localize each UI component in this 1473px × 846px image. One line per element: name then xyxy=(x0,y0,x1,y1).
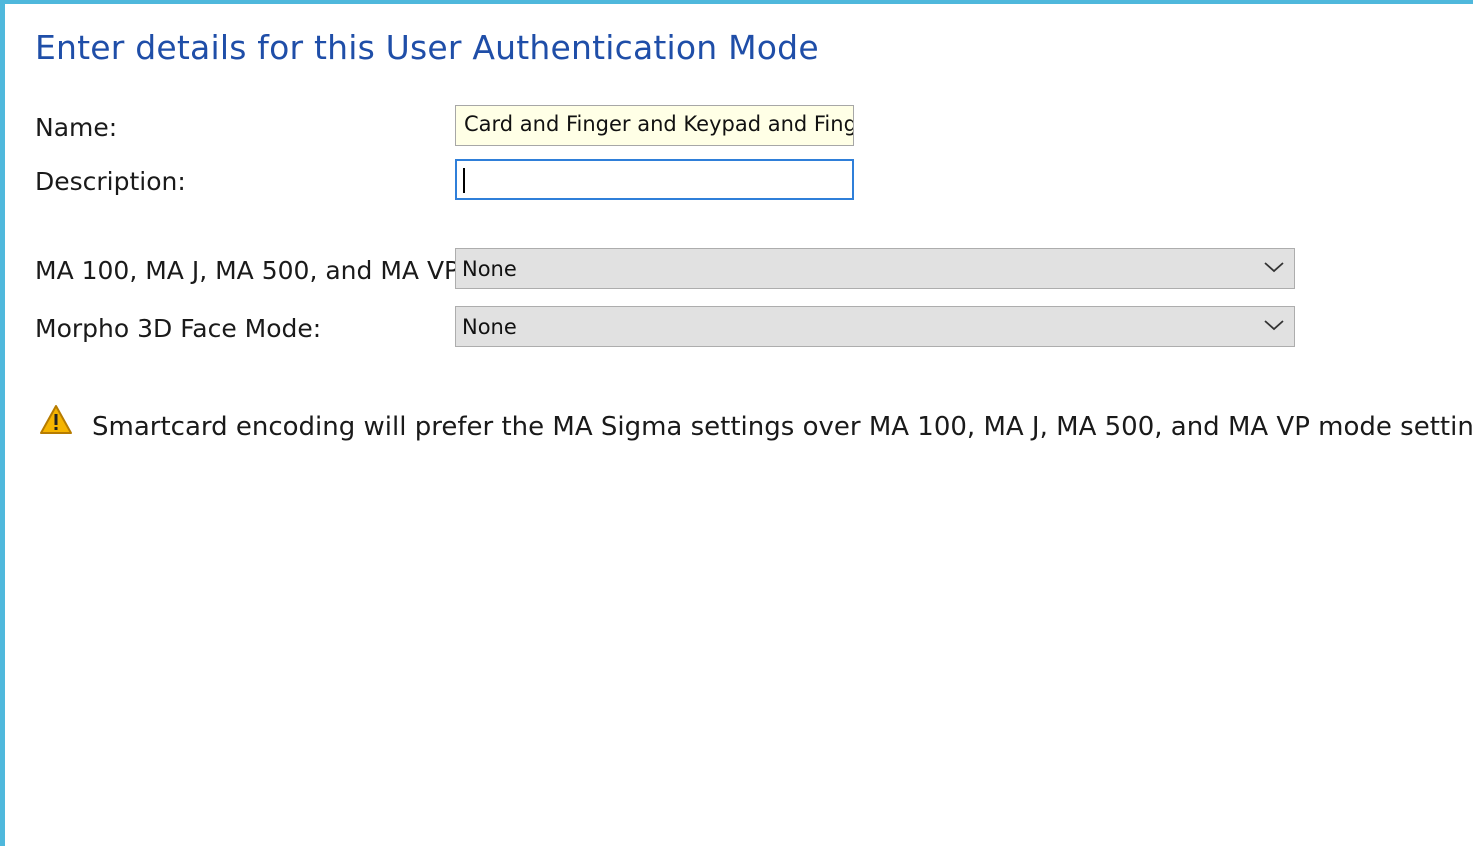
chevron-down-icon xyxy=(1264,262,1284,273)
description-label: Description: xyxy=(35,167,186,196)
dialog-panel: Enter details for this User Authenticati… xyxy=(0,0,1473,846)
name-field-value: Card and Finger and Keypad and Finger xyxy=(464,112,854,136)
morpho-face-selected-value: None xyxy=(462,315,517,339)
ma-mode-dropdown[interactable]: None xyxy=(455,248,1295,289)
page-title: Enter details for this User Authenticati… xyxy=(35,28,819,67)
morpho-face-dropdown[interactable]: None xyxy=(455,306,1295,347)
ma-mode-selected-value: None xyxy=(462,257,517,281)
warning-icon xyxy=(40,405,72,434)
text-caret xyxy=(463,167,465,193)
chevron-down-icon xyxy=(1264,320,1284,331)
description-field[interactable] xyxy=(455,159,854,200)
name-field[interactable]: Card and Finger and Keypad and Finger xyxy=(455,105,854,146)
name-label: Name: xyxy=(35,113,118,142)
ma-mode-label: MA 100, MA J, MA 500, and MA VP xyxy=(35,256,460,285)
warning-message: Smartcard encoding will prefer the MA Si… xyxy=(92,412,1473,442)
morpho-face-label: Morpho 3D Face Mode: xyxy=(35,314,322,343)
